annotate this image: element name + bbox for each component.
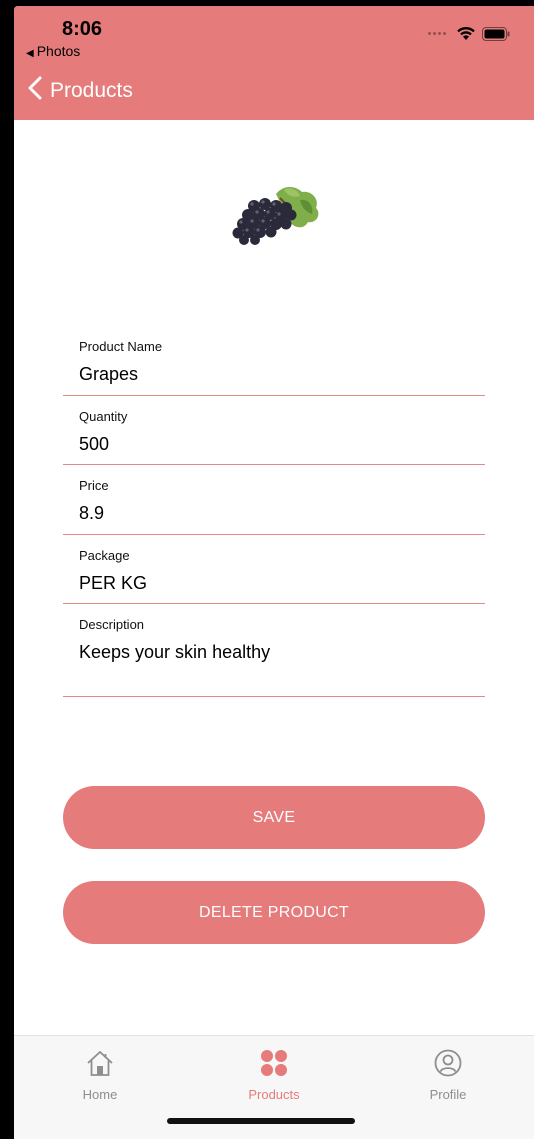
quantity-input[interactable]: 500 xyxy=(79,433,485,455)
tab-products-label: Products xyxy=(248,1087,300,1102)
battery-icon xyxy=(482,26,510,41)
status-time: 8:06 xyxy=(62,18,103,40)
tab-home-label: Home xyxy=(82,1087,118,1102)
product-name-input[interactable]: Grapes xyxy=(79,363,485,385)
price-label: Price xyxy=(79,478,109,493)
description-input[interactable]: Keeps your skin healthy xyxy=(79,641,485,663)
wifi-icon xyxy=(456,26,476,41)
back-button[interactable]: Products xyxy=(28,76,133,105)
delete-product-button[interactable]: DELETE PRODUCT xyxy=(63,881,485,944)
grapes-image xyxy=(224,184,324,246)
quantity-label: Quantity xyxy=(79,409,128,424)
header: 8:06 ◀ Photos Products xyxy=(14,6,534,120)
home-icon xyxy=(85,1048,115,1083)
package-field[interactable]: Package PER KG xyxy=(63,535,485,604)
phone-frame: 8:06 ◀ Photos Products Product Name Grap… xyxy=(0,0,534,1139)
tab-profile-label: Profile xyxy=(429,1087,467,1102)
price-input[interactable]: 8.9 xyxy=(79,502,485,524)
package-input[interactable]: PER KG xyxy=(79,572,485,594)
status-back-to-app[interactable]: ◀ Photos xyxy=(26,43,80,59)
description-field[interactable]: Description Keeps your skin healthy xyxy=(63,604,485,697)
package-label: Package xyxy=(79,548,130,563)
product-name-label: Product Name xyxy=(79,339,163,354)
tab-products[interactable]: Products xyxy=(214,1048,334,1102)
price-field[interactable]: Price 8.9 xyxy=(63,465,485,535)
signal-icon xyxy=(428,32,446,35)
tab-profile[interactable]: Profile xyxy=(388,1048,508,1102)
save-button[interactable]: SAVE xyxy=(63,786,485,849)
description-label: Description xyxy=(79,617,145,632)
product-name-field[interactable]: Product Name Grapes xyxy=(63,326,485,396)
home-indicator[interactable] xyxy=(167,1118,355,1124)
back-button-label: Products xyxy=(50,78,133,102)
chevron-left-icon xyxy=(28,76,42,105)
status-back-app-label: Photos xyxy=(36,43,81,59)
product-form: Product Name Grapes Quantity 500 Price 8… xyxy=(63,326,485,697)
tab-home[interactable]: Home xyxy=(40,1048,160,1102)
screen: 8:06 ◀ Photos Products Product Name Grap… xyxy=(14,6,534,1139)
back-triangle-icon: ◀ xyxy=(26,48,34,59)
status-indicators xyxy=(428,26,510,41)
profile-icon xyxy=(433,1048,463,1083)
quantity-field[interactable]: Quantity 500 xyxy=(63,396,485,465)
products-grid-icon xyxy=(259,1048,289,1083)
